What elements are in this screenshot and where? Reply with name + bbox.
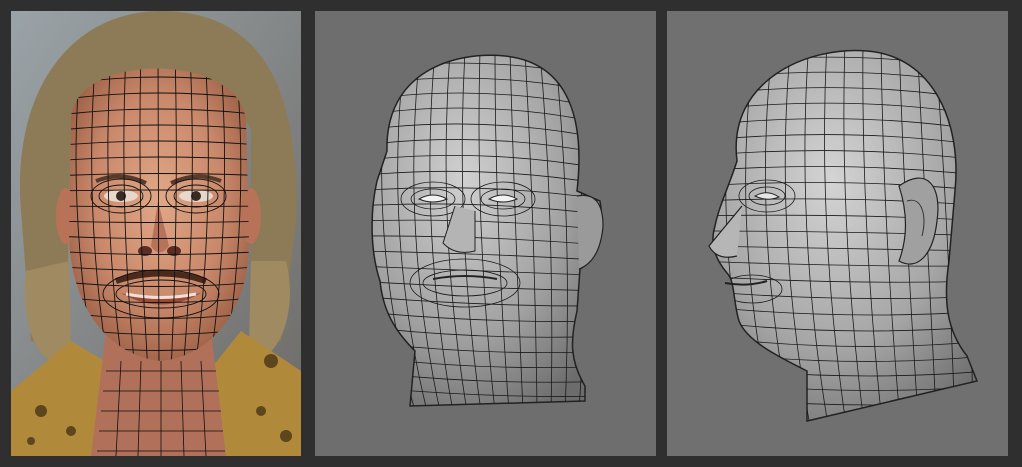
mesh-side-panel <box>667 11 1008 456</box>
mesh-three-quarter-panel <box>315 11 656 456</box>
head-mesh-side <box>667 11 1008 456</box>
face-photo <box>11 11 301 456</box>
head-mesh-front <box>315 11 656 456</box>
photo-wireframe-panel <box>11 11 301 456</box>
triptych <box>0 0 1022 467</box>
